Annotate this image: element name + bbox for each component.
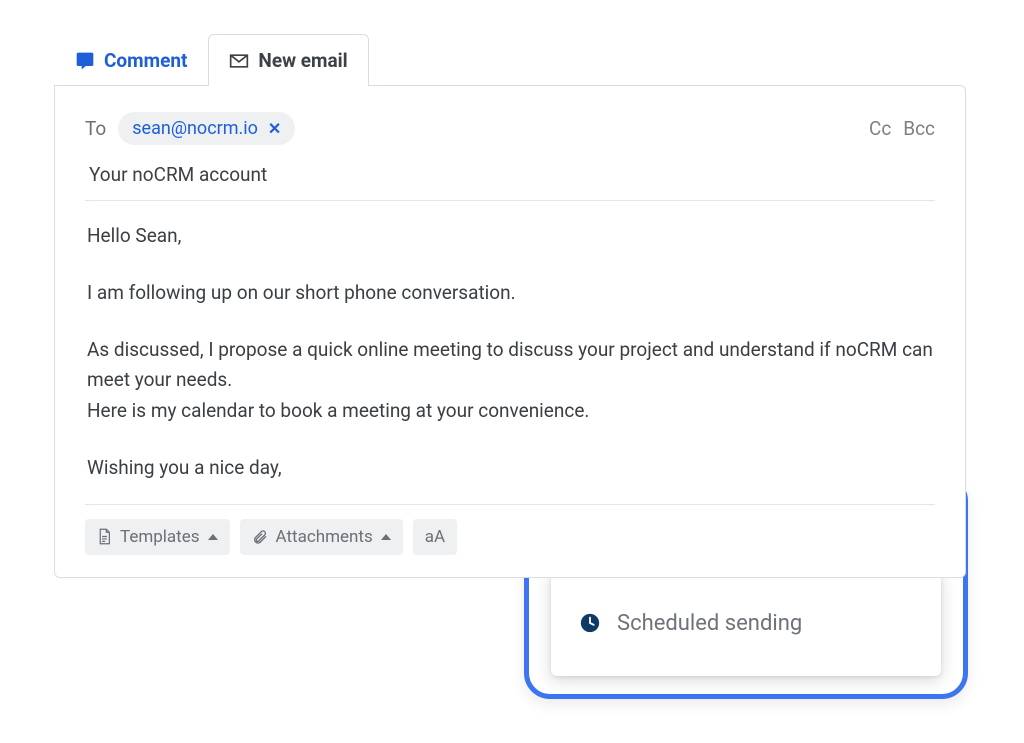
templates-button[interactable]: Templates	[85, 519, 230, 555]
email-body[interactable]: Hello Sean, I am following up on our sho…	[85, 201, 935, 490]
subject-input[interactable]	[85, 145, 935, 201]
recipient-chip[interactable]: sean@nocrm.io ✕	[118, 112, 295, 145]
tab-new-email-label: New email	[258, 49, 347, 72]
email-composer: Comment New email To sean@nocrm.io ✕ Cc …	[54, 34, 966, 578]
attachments-label: Attachments	[276, 527, 373, 547]
cc-button[interactable]: Cc	[869, 117, 891, 140]
scheduled-sending-label: Scheduled sending	[617, 611, 802, 636]
templates-label: Templates	[120, 527, 200, 547]
body-line-2: As discussed, I propose a quick online m…	[87, 335, 933, 397]
caret-up-icon	[208, 534, 218, 540]
body-signoff: Wishing you a nice day,	[87, 453, 933, 484]
text-format-label: aA	[425, 527, 445, 547]
send-dropdown: Scheduled sending	[551, 570, 941, 676]
attachments-button[interactable]: Attachments	[240, 519, 403, 555]
document-icon	[97, 528, 112, 545]
to-label: To	[85, 117, 106, 140]
body-line-3: Here is my calendar to book a meeting at…	[87, 396, 933, 427]
comment-icon	[75, 51, 95, 71]
scheduled-sending-item[interactable]: Scheduled sending	[575, 597, 917, 650]
bcc-button[interactable]: Bcc	[903, 117, 935, 140]
tab-comment-label: Comment	[104, 49, 187, 72]
recipient-email: sean@nocrm.io	[132, 118, 258, 139]
clock-icon	[579, 612, 601, 634]
compose-toolbar: Templates Attachments aA	[85, 519, 935, 555]
caret-up-icon	[381, 534, 391, 540]
toolbar-divider	[85, 504, 935, 505]
tab-comment[interactable]: Comment	[54, 34, 208, 86]
paperclip-icon	[252, 529, 268, 545]
text-format-button[interactable]: aA	[413, 519, 457, 555]
remove-recipient-icon[interactable]: ✕	[268, 119, 281, 138]
to-row: To sean@nocrm.io ✕ Cc Bcc	[85, 112, 935, 145]
tab-new-email[interactable]: New email	[208, 34, 368, 86]
envelope-icon	[229, 51, 249, 71]
tabs: Comment New email	[54, 34, 966, 86]
compose-panel: To sean@nocrm.io ✕ Cc Bcc Hello Sean, I …	[54, 85, 966, 578]
body-line-1: I am following up on our short phone con…	[87, 278, 933, 309]
body-greeting: Hello Sean,	[87, 221, 933, 252]
